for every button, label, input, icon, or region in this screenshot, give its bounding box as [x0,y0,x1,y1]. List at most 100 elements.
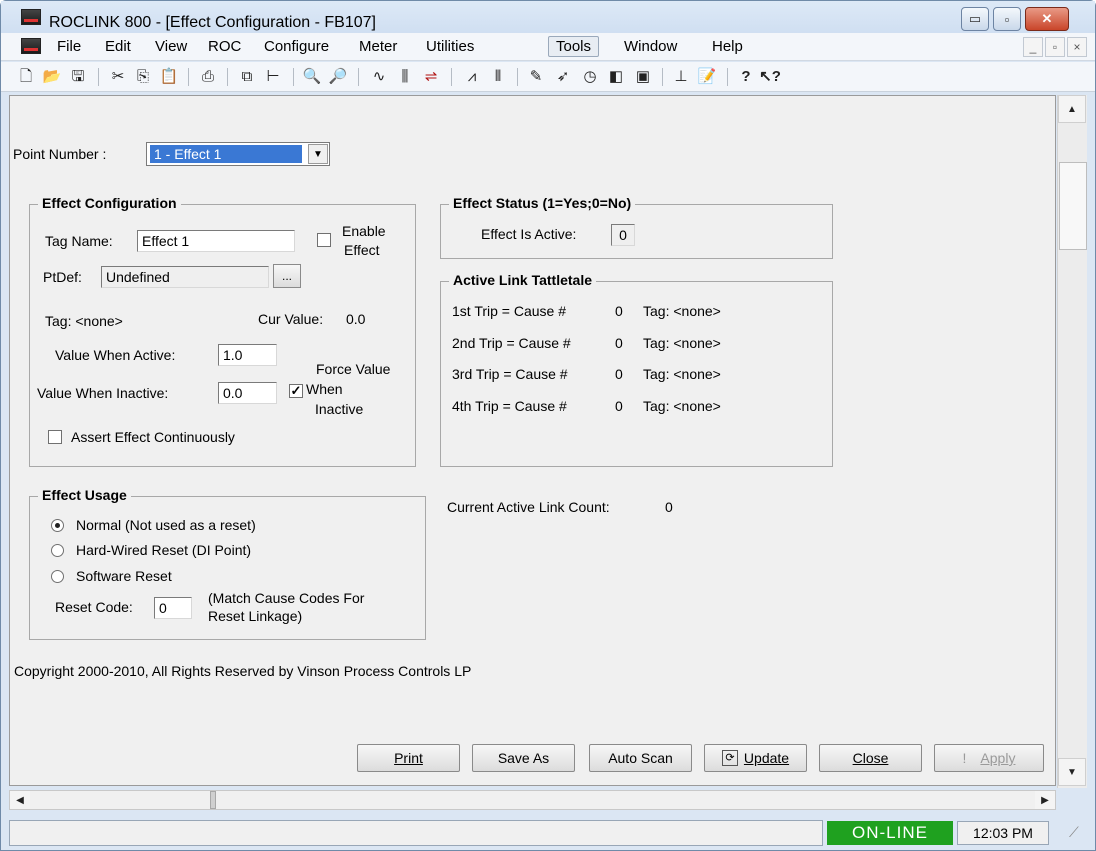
app-window: ROCLINK 800 - [Effect Configuration - FB… [0,0,1096,851]
menu-view[interactable]: View [148,37,194,56]
usage-software-radio[interactable] [51,570,64,583]
app-logo-icon [21,9,41,25]
resize-grip-icon[interactable]: ⟋ [1069,824,1087,842]
exclamation-icon: ! [962,750,967,766]
menu-help[interactable]: Help [705,37,750,56]
report-icon[interactable]: 📝 [696,67,718,87]
print-button[interactable]: Print [357,744,460,772]
tag-name-label: Tag Name: [45,233,113,249]
menu-utilities[interactable]: Utilities [419,37,481,56]
mdi-minimize-button[interactable]: _ [1023,37,1043,57]
mdi-close-button[interactable]: × [1067,37,1087,57]
copy-icon[interactable]: ⎘ [132,67,154,87]
assert-effect-continuously-checkbox[interactable] [48,430,62,444]
active-link-count-label: Current Active Link Count: [447,499,610,515]
menu-configure[interactable]: Configure [257,37,336,56]
context-help-icon[interactable]: ↖? [759,67,781,87]
menu-meter[interactable]: Meter [352,37,404,56]
scroll-down-icon[interactable]: ▼ [1058,758,1086,786]
scroll-up-icon[interactable]: ▲ [1058,95,1086,123]
ptdef-field: Undefined [101,266,269,288]
usage-hardwired-radio[interactable] [51,544,64,557]
force-value-when-inactive-checkbox[interactable]: ✓ [289,384,303,398]
toolbar-separator [358,68,359,86]
match-note-line1: (Match Cause Codes For [208,590,365,606]
horizontal-scrollbar[interactable]: ◀ ▶ [9,790,1056,810]
update-button-label: Update [743,750,790,766]
auto-scan-button[interactable]: Auto Scan [589,744,692,772]
scroll-right-icon[interactable]: ▶ [1035,791,1055,809]
point-number-label: Point Number : [13,146,107,162]
toolbar-separator [662,68,663,86]
force-value-label-line3: Inactive [315,401,364,417]
cut-icon[interactable]: ✂ [107,67,129,87]
flash-icon[interactable]: ✎ [525,67,547,87]
chevron-down-icon[interactable]: ▼ [308,144,328,164]
mdi-child-icon [21,38,41,54]
tree-icon[interactable]: ⊢ [262,67,284,87]
match-note-line2: Reset Linkage) [208,608,303,624]
assert-effect-continuously-label: Assert Effect Continuously [71,429,235,445]
point-number-select[interactable]: 1 - Effect 1 ▼ [146,142,330,166]
link-icon[interactable]: ⇌ [420,67,442,87]
online-status-badge: ON-LINE [827,821,953,845]
wave-icon[interactable]: ⩘ [461,67,483,87]
status-clock: 12:03 PM [957,821,1049,845]
horizontal-scroll-thumb[interactable] [210,791,216,809]
update-button[interactable]: ⟳ Update [704,744,807,772]
reset-code-input[interactable]: 0 [154,597,192,619]
trend-icon[interactable]: ∿ [368,67,390,87]
cur-value: 0.0 [346,311,366,327]
signal-icon[interactable]: ⫴ [487,67,509,87]
enable-effect-label-line2: Effect [344,242,380,258]
effect-usage-title: Effect Usage [38,487,131,503]
enable-effect-checkbox[interactable] [317,233,331,247]
menu-edit[interactable]: Edit [98,37,138,56]
usage-normal-radio[interactable] [51,519,64,532]
zoom-out-icon[interactable]: 🔎 [327,67,349,87]
connect-icon[interactable]: ⧉ [236,67,258,87]
display2-icon[interactable]: ▣ [632,67,654,87]
scroll-left-icon[interactable]: ◀ [10,791,30,809]
reset-code-label: Reset Code: [55,599,133,615]
maximize-button[interactable]: ▫ [993,7,1021,31]
menu-bar: File Edit View ROC Configure Meter Utili… [1,33,1095,61]
value-when-inactive-input[interactable]: 0.0 [218,382,277,404]
new-icon[interactable]: 🗋 [15,67,37,87]
save-as-button[interactable]: Save As [472,744,575,772]
menu-window[interactable]: Window [617,37,684,56]
trip-2-label: 2nd Trip = Cause # [452,335,571,351]
open-icon[interactable]: 📂 [41,67,63,87]
menu-tools[interactable]: Tools [548,36,600,57]
menu-file[interactable]: File [50,37,88,56]
direct-icon[interactable]: ➶ [552,67,574,87]
vertical-scrollbar[interactable]: ▲ ▼ [1057,95,1087,788]
print-icon[interactable]: ⎙ [197,67,219,87]
clock-icon[interactable]: ◷ [579,67,601,87]
paste-icon[interactable]: 📋 [158,67,180,87]
cur-value-label: Cur Value: [258,311,324,327]
menu-roc[interactable]: ROC [201,37,248,56]
trip-1-label: 1st Trip = Cause # [452,303,567,319]
ptdef-browse-button[interactable]: ... [273,264,301,288]
vertical-scroll-thumb[interactable] [1059,162,1087,250]
auto-scan-button-label: Auto Scan [608,750,673,766]
close-icon: ✕ [1041,11,1053,26]
value-when-active-input[interactable]: 1.0 [218,344,277,366]
close-button[interactable]: Close [819,744,922,772]
chart-icon[interactable]: ⊥ [670,67,692,87]
minimize-button[interactable]: ▭ [961,7,989,31]
close-button-label: Close [852,750,889,766]
trip-4-label: 4th Trip = Cause # [452,398,567,414]
zoom-in-icon[interactable]: 🔍 [301,67,323,87]
help-icon[interactable]: ? [735,67,757,87]
mdi-restore-button[interactable]: ▫ [1045,37,1065,57]
save-icon[interactable]: 🖫 [67,67,89,87]
apply-button[interactable]: ! Apply [934,744,1044,772]
tag-name-input[interactable]: Effect 1 [137,230,295,252]
trip-3-tag: Tag: <none> [643,366,721,382]
bars-icon[interactable]: ⫼ [394,67,416,87]
display-icon[interactable]: ◧ [605,67,627,87]
close-window-button[interactable]: ✕ [1025,7,1069,31]
toolbar-separator [98,68,99,86]
